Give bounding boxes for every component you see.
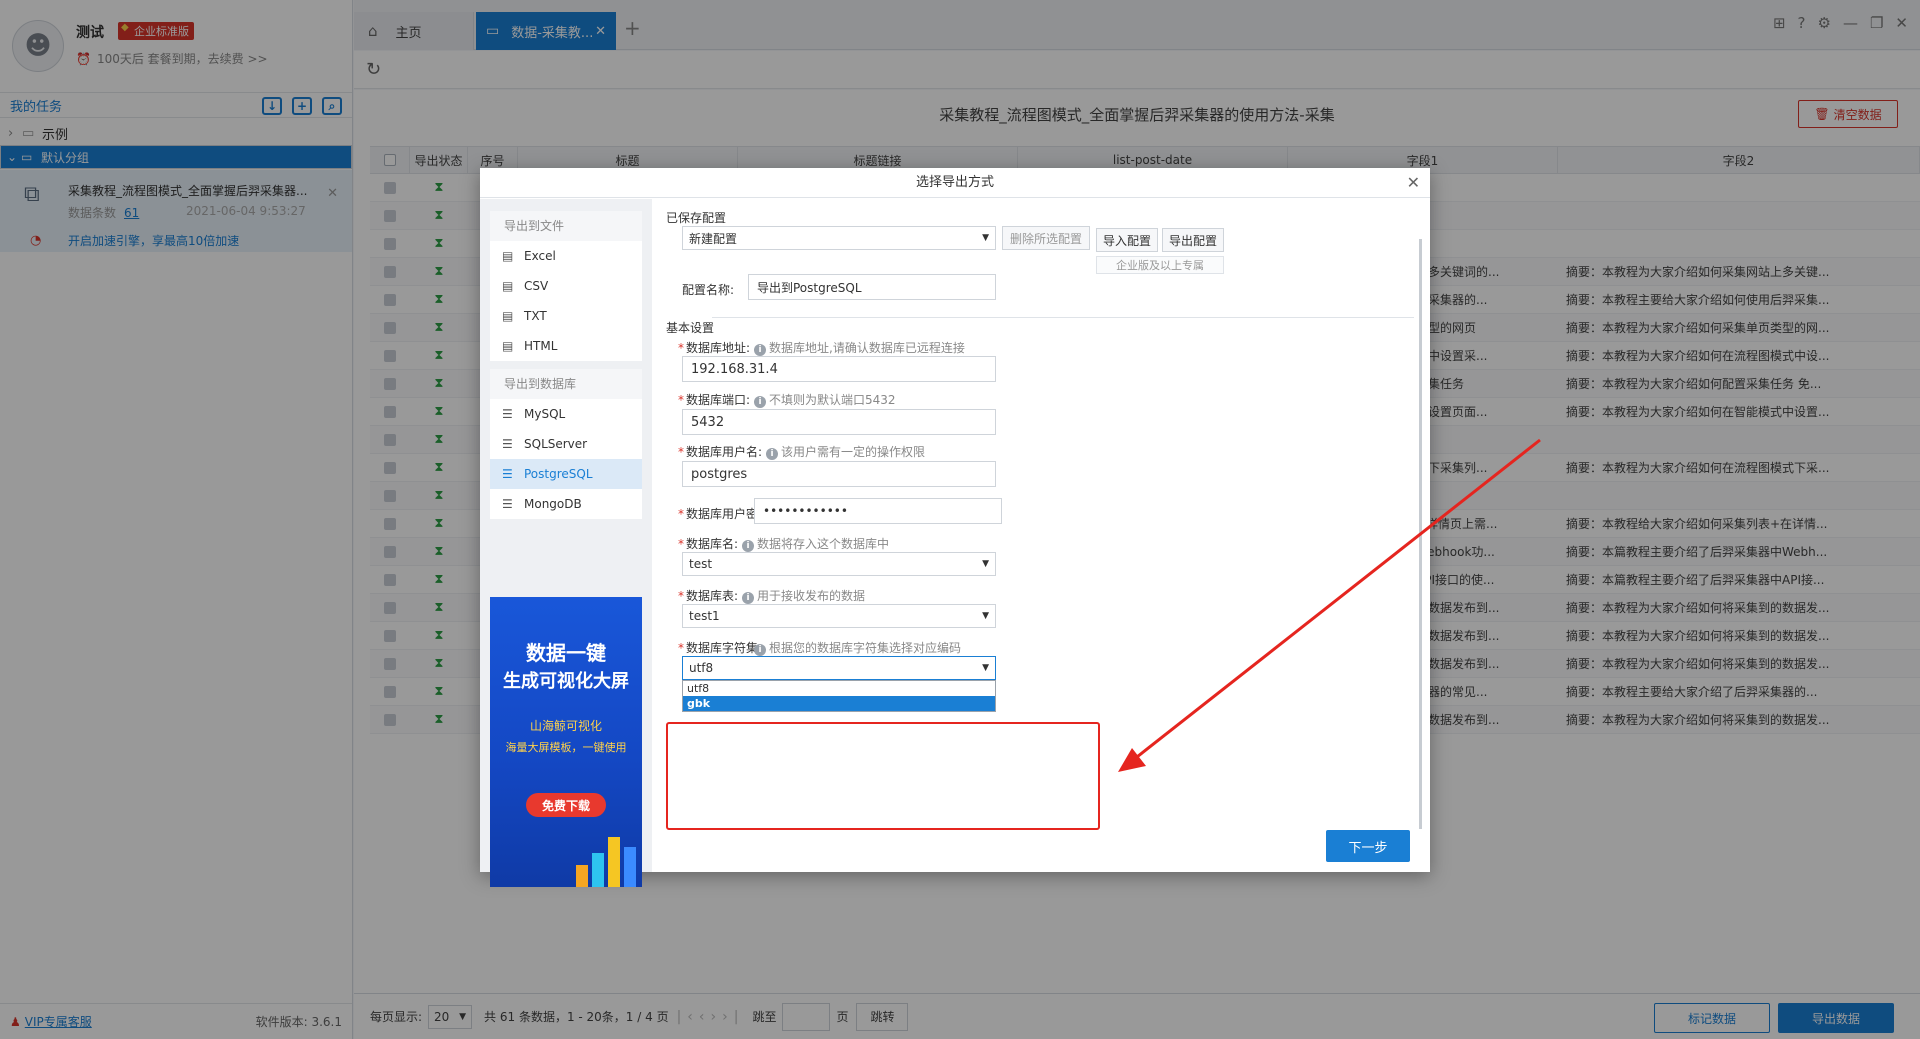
database-icon: ☰ [502,437,513,451]
import-config-button[interactable]: 导入配置 [1096,228,1158,252]
dbname-select[interactable]: test ▼ [682,552,996,576]
dbname-label: * 数据库名: [678,537,739,551]
port-hint: i 不填则为默认端口5432 [754,391,896,408]
option-label: HTML [524,339,558,353]
bar-chart-icon [572,827,642,887]
export-csv[interactable]: ▤ CSV [490,271,642,301]
file-group-title: 导出到文件 [490,211,642,241]
info-icon: i [754,644,766,656]
username-input[interactable]: postgres [682,461,996,487]
option-label: CSV [524,279,549,293]
charset-label: * 数据库字符集: [678,641,763,655]
promo-line3: 山海鲸可视化 [529,719,602,733]
info-icon: i [754,396,766,408]
file-icon: ▤ [502,279,514,293]
charset-option-utf8[interactable]: utf8 [683,681,995,696]
export-html[interactable]: ▤ HTML [490,331,642,361]
export-type-panel: 导出到文件 ▤ Excel ▤ CSV ▤ TXT ▤ HTML 导出到数据库 ☰ MyS… [480,199,652,887]
enterprise-note: 企业版及以上专属 [1096,256,1224,274]
promo-banner[interactable]: 数据一键 生成可视化大屏 山海鲸可视化 海量大屏模板，一键使用 免费下载 [490,597,642,887]
username-hint: i 该用户需有一定的操作权限 [766,443,925,460]
dbname-hint: i 数据将存入这个数据库中 [742,535,889,552]
option-label: Excel [524,249,556,263]
export-mongodb[interactable]: ☰ MongoDB [490,489,642,519]
charset-dropdown: utf8 gbk [682,680,996,712]
caret-down-icon: ▼ [982,233,989,243]
database-icon: ☰ [502,407,513,421]
annotation-highlight-box [666,722,1100,830]
export-file-group: 导出到文件 ▤ Excel ▤ CSV ▤ TXT ▤ HTML [490,211,642,361]
info-icon: i [754,344,766,356]
section-divider [712,317,1414,318]
export-sqlserver[interactable]: ☰ SQLServer [490,429,642,459]
promo-line4: 海量大屏模板，一键使用 [505,741,627,754]
table-label: * 数据库表: [678,589,739,603]
dialog-header: 选择导出方式 ✕ [480,168,1430,198]
database-icon: ☰ [502,467,513,481]
info-icon: i [766,448,778,460]
file-icon: ▤ [502,339,514,353]
config-select[interactable]: 新建配置 ▼ [682,226,996,250]
info-icon: i [742,592,754,604]
charset-select[interactable]: utf8 ▼ [682,656,996,680]
charset-value: utf8 [689,661,714,675]
next-step-button[interactable]: 下一步 [1326,830,1410,862]
config-name-label: 配置名称: [682,283,735,297]
dialog-title: 选择导出方式 [915,175,994,190]
port-label: * 数据库端口: [678,393,751,407]
scrollbar[interactable] [1419,239,1422,829]
free-download-button[interactable]: 免费下载 [526,793,606,817]
host-input[interactable]: 192.168.31.4 [682,356,996,382]
db-group-title: 导出到数据库 [490,369,642,399]
promo-line1: 数据一键 [526,641,606,665]
export-db-group: 导出到数据库 ☰ MySQL ☰ SQLServer ☰ PostgreSQL ☰ Mo… [490,369,642,519]
username-label: * 数据库用户名: [678,445,763,459]
file-icon: ▤ [502,309,514,323]
password-input[interactable]: •••••••••••• [754,498,1002,524]
caret-down-icon: ▼ [982,663,989,673]
table-value: test1 [689,609,720,623]
config-name-input[interactable]: 导出到PostgreSQL [748,274,996,300]
export-txt[interactable]: ▤ TXT [490,301,642,331]
saved-config-label: 已保存配置 [666,211,727,225]
table-hint: i 用于接收发布的数据 [742,587,865,604]
database-icon: ☰ [502,497,513,511]
host-label: * 数据库地址: [678,341,751,355]
info-icon: i [742,540,754,552]
promo-line2: 生成可视化大屏 [503,671,629,692]
caret-down-icon: ▼ [982,611,989,621]
delete-config-button[interactable]: 删除所选配置 [1002,226,1090,250]
port-input[interactable]: 5432 [682,409,996,435]
table-select[interactable]: test1 ▼ [682,604,996,628]
basic-settings-label: 基本设置 [666,321,715,335]
option-label: MongoDB [524,497,582,511]
option-label: MySQL [524,407,566,421]
charset-hint: i 根据您的数据库字符集选择对应编码 [754,639,961,656]
export-config-button[interactable]: 导出配置 [1162,228,1224,252]
caret-down-icon: ▼ [982,559,989,569]
export-mysql[interactable]: ☰ MySQL [490,399,642,429]
option-label: SQLServer [524,437,588,451]
charset-option-gbk[interactable]: gbk [683,696,995,711]
dbname-value: test [689,557,713,571]
file-icon: ▤ [502,249,514,263]
export-excel[interactable]: ▤ Excel [490,241,642,271]
close-icon[interactable]: ✕ [1407,168,1420,198]
host-hint: i 数据库地址,请确认数据库已远程连接 [754,339,965,356]
option-label: PostgreSQL [524,467,593,481]
export-postgresql[interactable]: ☰ PostgreSQL [490,459,642,489]
config-select-value: 新建配置 [689,231,738,246]
option-label: TXT [524,309,547,323]
